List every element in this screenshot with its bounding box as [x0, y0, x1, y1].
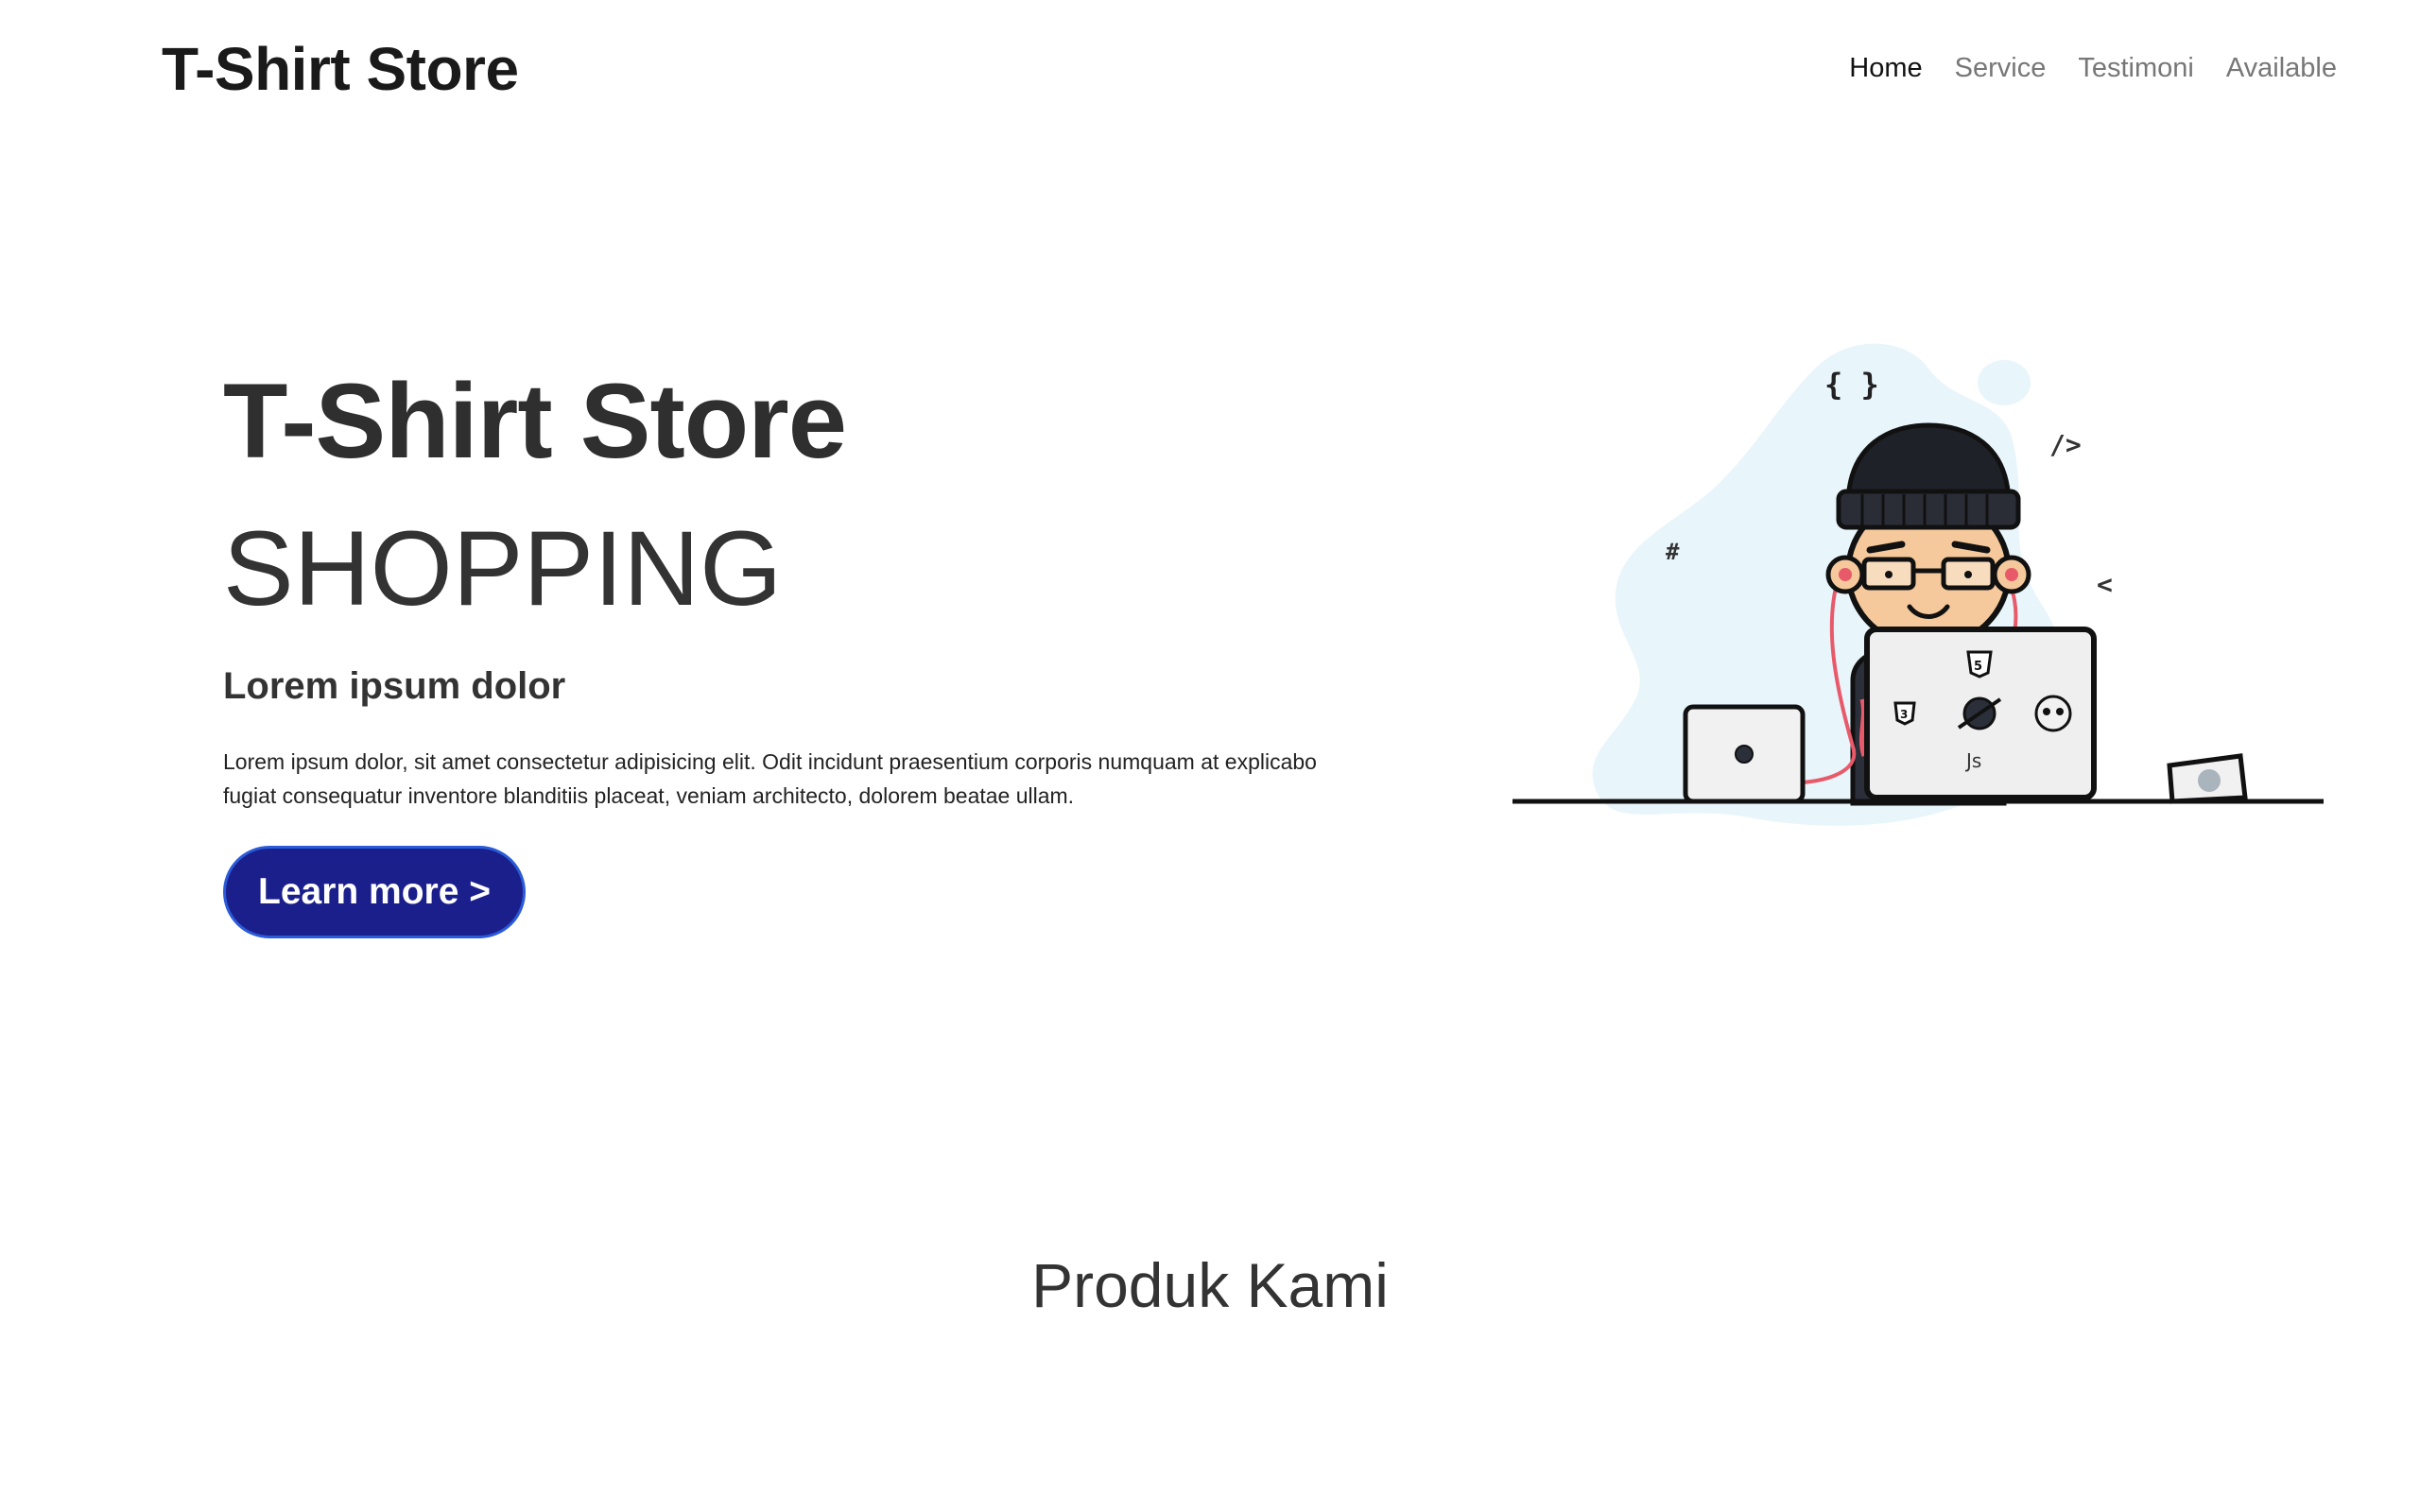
html5-glyph: 5 — [1974, 660, 1982, 674]
phone-circle — [2198, 769, 2221, 792]
beanie-band — [1836, 489, 2021, 530]
skull-eye-right — [2056, 708, 2064, 715]
products-heading: Produk Kami — [1031, 1250, 1389, 1320]
small-blob — [1978, 360, 2031, 405]
learn-more-button[interactable]: Learn more > — [223, 846, 527, 938]
hero-title: T-Shirt Store — [223, 362, 847, 480]
hash-symbol: # — [1666, 539, 1680, 565]
hero-lead: Lorem ipsum dolor — [223, 665, 566, 707]
developer-at-laptop-illustration: { } /> # < 5 3 Js — [1512, 340, 2344, 832]
skull-eye-left — [2043, 708, 2050, 715]
nav-item-testimoni: Testimoni — [2078, 53, 2194, 84]
hero-description: Lorem ipsum dolor, sit amet consectetur … — [223, 749, 1317, 808]
nav-item-available: Available — [2226, 53, 2337, 84]
js-label: Js — [1964, 749, 1981, 772]
hero-subtitle: SHOPPING — [223, 509, 783, 627]
right-eye — [1964, 571, 1972, 578]
braces-symbol: { } — [1824, 367, 1879, 403]
nav-item-service: Service — [1955, 53, 2047, 84]
tablet-camera — [1735, 745, 1754, 764]
angle-bracket-symbol: < — [2097, 569, 2113, 600]
shirt-stripe — [1858, 698, 1867, 757]
navbar: T-Shirt Store Home Service Testimoni Ava… — [0, 0, 2420, 146]
skull-icon — [2034, 695, 2072, 732]
nav-item-home: Home — [1849, 53, 1922, 84]
nav-link-available[interactable]: Available — [2226, 53, 2337, 83]
nav-link-home[interactable]: Home — [1849, 53, 1922, 83]
left-earphone — [1839, 568, 1852, 581]
nav-link-service[interactable]: Service — [1955, 53, 2047, 83]
nav-link-testimoni[interactable]: Testimoni — [2078, 53, 2194, 83]
left-eye — [1885, 571, 1893, 578]
css3-glyph: 3 — [1900, 708, 1908, 721]
hero-section: T-Shirt Store SHOPPING Lorem ipsum dolor… — [223, 369, 1357, 938]
nav-links: Home Service Testimoni Available — [1849, 53, 2337, 84]
slash-tag-symbol: /> — [2049, 429, 2082, 460]
right-earphone — [2005, 568, 2018, 581]
brand-logo[interactable]: T-Shirt Store — [162, 34, 519, 104]
illustration-svg: { } /> # < 5 3 Js — [1512, 343, 2324, 826]
